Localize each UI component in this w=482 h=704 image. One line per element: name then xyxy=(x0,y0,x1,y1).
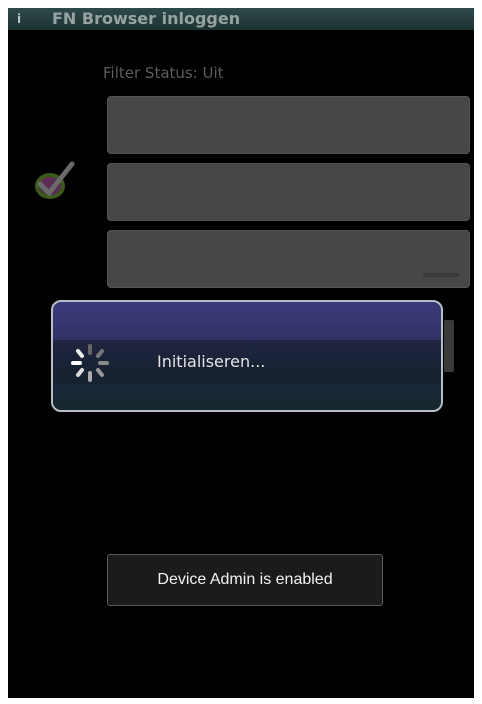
username-field[interactable] xyxy=(107,96,470,154)
phone-screen: i FN Browser inloggen Filter Status: Uit xyxy=(8,8,474,698)
filter-status-label: Filter Status: Uit xyxy=(103,64,224,82)
progress-dialog: Initialiseren... xyxy=(51,300,443,412)
checkmark-badge-icon xyxy=(35,161,75,199)
field-action[interactable] xyxy=(423,273,459,277)
password-field[interactable] xyxy=(107,163,470,221)
toast-message: Device Admin is enabled xyxy=(107,554,383,606)
title-bar: i FN Browser inloggen xyxy=(8,8,474,30)
dialog-message: Initialiseren... xyxy=(157,352,266,371)
info-icon: i xyxy=(17,12,22,26)
spinner-icon xyxy=(71,344,109,382)
login-field[interactable] xyxy=(107,230,470,288)
app-title: FN Browser inloggen xyxy=(52,9,241,28)
scroll-edge xyxy=(444,320,454,372)
